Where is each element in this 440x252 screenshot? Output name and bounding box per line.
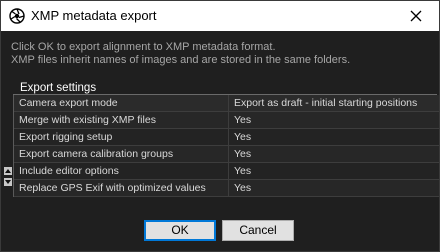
scroll-up-icon[interactable] bbox=[4, 167, 12, 175]
setting-value[interactable]: Yes bbox=[234, 112, 251, 128]
window-title: XMP metadata export bbox=[31, 8, 157, 23]
setting-value[interactable]: Yes bbox=[234, 180, 251, 196]
setting-row-merge-xmp[interactable]: Merge with existing XMP files Yes bbox=[14, 112, 439, 129]
xmp-export-dialog: XMP metadata export Click OK to export a… bbox=[0, 0, 440, 252]
setting-value[interactable]: Yes bbox=[234, 146, 251, 162]
setting-value[interactable]: Yes bbox=[234, 163, 251, 179]
setting-row-editor-options[interactable]: Include editor options Yes bbox=[14, 163, 439, 180]
info-line-1: Click OK to export alignment to XMP meta… bbox=[11, 41, 276, 53]
setting-label: Export rigging setup bbox=[19, 131, 113, 143]
info-line-2: XMP files inherit names of images and ar… bbox=[11, 54, 351, 66]
setting-value[interactable]: Yes bbox=[234, 129, 251, 145]
info-message: Click OK to export alignment to XMP meta… bbox=[11, 41, 350, 67]
title-bar: XMP metadata export bbox=[1, 1, 439, 31]
setting-label: Merge with existing XMP files bbox=[19, 114, 156, 126]
column-divider bbox=[228, 95, 229, 111]
ok-button[interactable]: OK bbox=[144, 220, 216, 241]
settings-grid: Camera export mode Export as draft - ini… bbox=[13, 95, 439, 197]
setting-value[interactable]: Export as draft - initial starting posit… bbox=[234, 95, 417, 111]
column-divider bbox=[228, 163, 229, 179]
setting-label: Export camera calibration groups bbox=[19, 148, 174, 160]
column-divider bbox=[228, 146, 229, 162]
setting-row-camera-export-mode[interactable]: Camera export mode Export as draft - ini… bbox=[14, 95, 439, 112]
column-divider bbox=[228, 112, 229, 128]
setting-label: Camera export mode bbox=[19, 97, 118, 109]
scroll-down-icon[interactable] bbox=[4, 178, 12, 186]
cancel-button[interactable]: Cancel bbox=[222, 220, 294, 241]
close-icon[interactable] bbox=[407, 7, 425, 25]
setting-label: Include editor options bbox=[19, 165, 119, 177]
aperture-icon bbox=[9, 8, 25, 24]
setting-row-replace-gps[interactable]: Replace GPS Exif with optimized values Y… bbox=[14, 180, 439, 197]
setting-row-export-rigging[interactable]: Export rigging setup Yes bbox=[14, 129, 439, 146]
setting-label: Replace GPS Exif with optimized values bbox=[19, 182, 206, 194]
setting-row-calibration-groups[interactable]: Export camera calibration groups Yes bbox=[14, 146, 439, 163]
column-divider bbox=[228, 129, 229, 145]
column-divider bbox=[228, 180, 229, 196]
